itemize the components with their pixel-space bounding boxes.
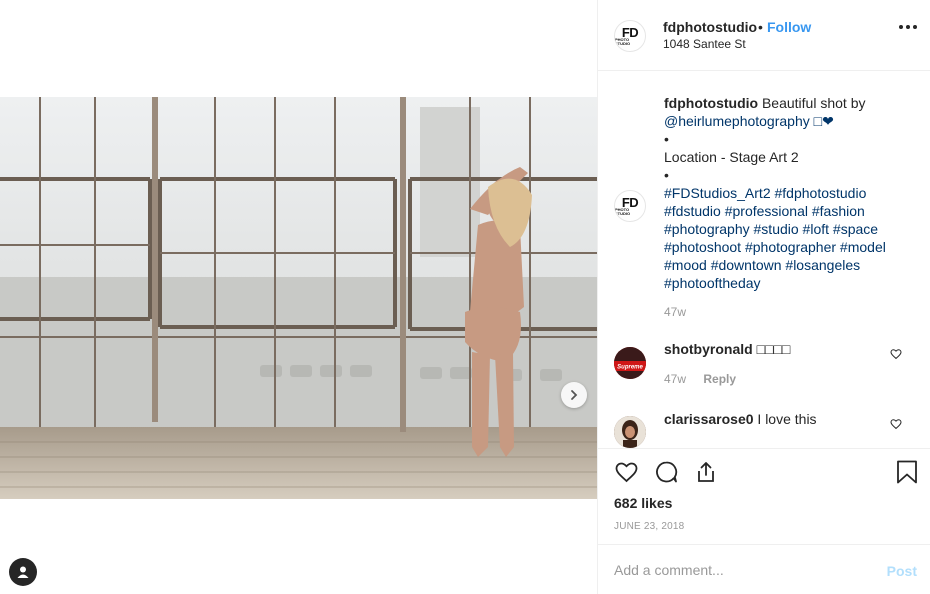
caption-username[interactable]: fdphotostudio: [664, 95, 758, 111]
caption-bullet-2: •: [664, 167, 669, 183]
post-date[interactable]: JUNE 23, 2018: [614, 521, 684, 532]
post-header: FD PHOTO STUDIO fdphotostudio • Follow 1…: [598, 0, 930, 71]
comment-meta: 47w Reply: [664, 372, 736, 386]
user-icon: [17, 566, 29, 578]
avatar-image: Supreme: [614, 347, 646, 379]
more-options-icon[interactable]: [899, 25, 917, 29]
post-photo[interactable]: [0, 97, 597, 499]
comment-icon[interactable]: [654, 460, 679, 484]
comments-list[interactable]: FD PHOTO STUDIO fdphotostudio Beautiful …: [598, 72, 930, 448]
comment-text: I love this: [757, 411, 817, 427]
caption-bullet-1: •: [664, 131, 669, 147]
post-sidebar: FD PHOTO STUDIO fdphotostudio • Follow 1…: [597, 0, 930, 594]
comment-avatar[interactable]: [614, 416, 646, 448]
media-pane: [0, 0, 597, 594]
supreme-logo-text: Supreme: [617, 365, 643, 371]
bookmark-icon[interactable]: [896, 460, 918, 484]
author-avatar[interactable]: FD PHOTO STUDIO: [614, 20, 646, 52]
avatar-logo-text: FD: [621, 24, 639, 40]
heart-icon[interactable]: [614, 460, 639, 484]
caption-mention[interactable]: @heirlumephotography □❤: [664, 113, 834, 129]
like-comment-icon[interactable]: [890, 348, 902, 360]
comment-timestamp[interactable]: 47w: [664, 372, 686, 386]
comment-username[interactable]: shotbyronald: [664, 341, 753, 357]
avatar-image: [614, 416, 646, 448]
caption-timestamp[interactable]: 47w: [664, 305, 686, 319]
avatar-logo-subtext: PHOTO STUDIO: [615, 206, 631, 216]
comment-body: shotbyronald □□□□: [664, 340, 884, 358]
author-username[interactable]: fdphotostudio: [663, 19, 757, 35]
comment-body: clarissarose0 I love this: [664, 410, 884, 428]
separator-dot: •: [758, 19, 763, 35]
photo-illustration: [0, 97, 597, 499]
comment-avatar[interactable]: Supreme: [614, 347, 646, 379]
tagged-users-button[interactable]: [9, 558, 37, 586]
post-actions: 682 likes JUNE 23, 2018: [598, 448, 930, 546]
next-image-button[interactable]: [561, 382, 587, 408]
comment-composer: Post: [598, 544, 930, 594]
follow-button[interactable]: Follow: [767, 19, 811, 35]
caption-author-avatar[interactable]: FD PHOTO STUDIO: [614, 190, 646, 222]
share-icon[interactable]: [694, 460, 718, 484]
avatar-logo-text: FD: [621, 194, 639, 210]
avatar-logo-subtext: PHOTO STUDIO: [615, 36, 631, 46]
post-caption: fdphotostudio Beautiful shot by @heirlum…: [664, 94, 914, 292]
chevron-right-icon: [571, 390, 578, 400]
reply-button[interactable]: Reply: [703, 372, 736, 386]
likes-count[interactable]: 682 likes: [614, 495, 672, 511]
location-link[interactable]: 1048 Santee St: [663, 37, 746, 51]
comment-username[interactable]: clarissarose0: [664, 411, 754, 427]
comment-text: □□□□: [756, 341, 791, 357]
caption-location-line: Location - Stage Art 2: [664, 149, 799, 165]
caption-hashtags[interactable]: #FDStudios_Art2 #fdphotostudio #fdstudio…: [664, 185, 886, 291]
caption-line-1: Beautiful shot by: [761, 95, 866, 111]
like-comment-icon[interactable]: [890, 418, 902, 430]
comment-input[interactable]: [614, 559, 864, 581]
post-comment-button[interactable]: Post: [887, 563, 917, 579]
